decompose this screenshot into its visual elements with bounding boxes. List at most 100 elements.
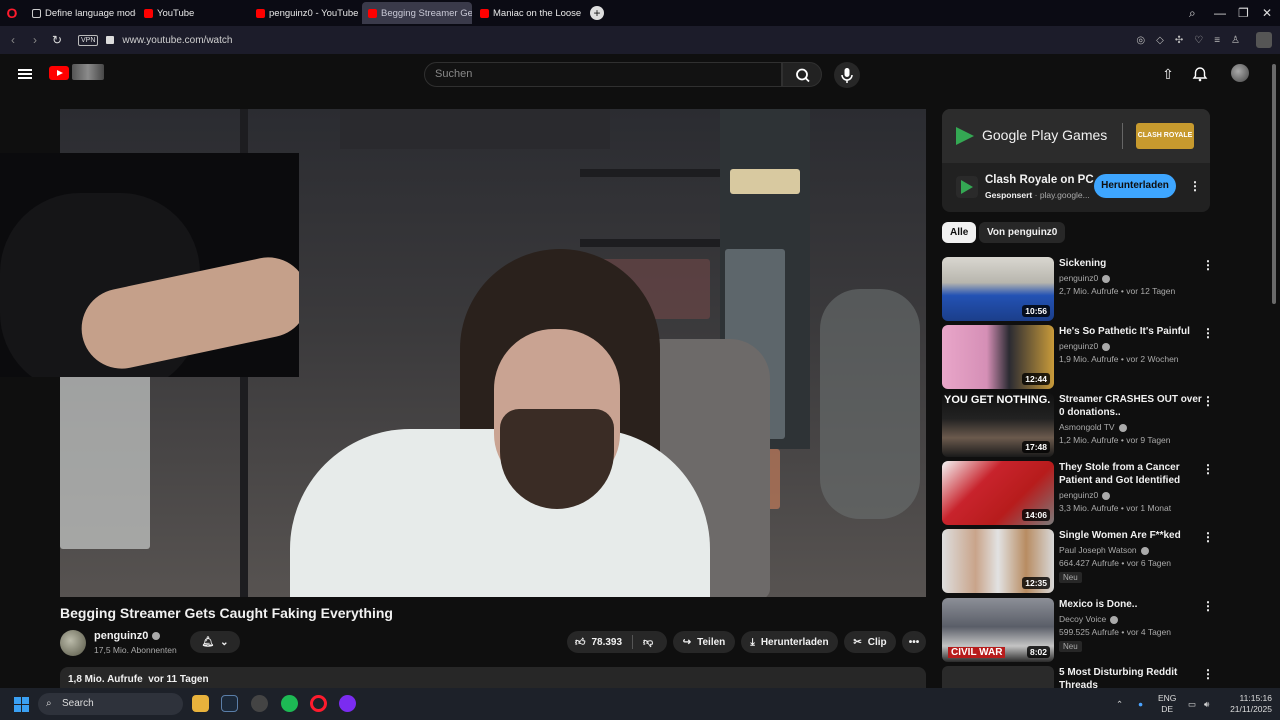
channel-name[interactable]: penguinz0 — [94, 630, 161, 642]
recommended-video[interactable]: 5 Most Disturbing Reddit Threads ⋮ — [942, 666, 1212, 688]
youtube-icon — [256, 8, 265, 18]
recommended-video[interactable]: 14:06 They Stole from a Cancer Patient a… — [942, 461, 1214, 525]
volume-icon[interactable]: 🔊︎ — [1204, 688, 1209, 720]
maximize-button[interactable]: ❐ — [1238, 0, 1249, 26]
sponsored-ad[interactable]: Google Play Games CLASH ROYALE Clash Roy… — [942, 109, 1210, 212]
page-scrollbar[interactable] — [1272, 64, 1276, 304]
shield-icon[interactable]: ◇ — [1156, 35, 1164, 46]
windows-start-icon[interactable] — [14, 697, 29, 712]
forward-icon[interactable]: › — [24, 33, 46, 47]
ad-download-button[interactable]: Herunterladen — [1094, 174, 1176, 198]
language-indicator[interactable]: ENG DE — [1158, 688, 1176, 720]
minimize-button[interactable]: — — [1214, 0, 1226, 26]
video-channel[interactable]: penguinz0 — [1059, 273, 1111, 283]
clock[interactable]: 11:15:16 21/11/2025 — [1228, 688, 1272, 720]
ad-more-icon[interactable]: ⋮ — [1189, 179, 1201, 193]
video-thumbnail[interactable]: CIVIL WAR 8:02 — [942, 598, 1054, 662]
video-title[interactable]: Single Women Are F**ked — [1059, 529, 1209, 542]
share-button[interactable]: ↪ Teilen — [673, 631, 735, 653]
browser-tab-active[interactable]: Begging Streamer Get — [362, 2, 472, 24]
video-thumbnail[interactable]: 10:56 — [942, 257, 1054, 321]
ad-banner[interactable]: Google Play Games CLASH ROYALE — [942, 109, 1210, 163]
description-box[interactable]: 1,8 Mio. Aufrufe vor 11 Tagen — [60, 667, 926, 689]
chip-all[interactable]: Alle — [942, 222, 977, 243]
browser-tab-bar: O Define language model YouTube penguinz… — [0, 0, 1280, 26]
opera-icon[interactable] — [310, 695, 327, 712]
close-button[interactable]: ✕ — [1262, 0, 1272, 26]
recommended-video[interactable]: 12:35 Single Women Are F**ked Paul Josep… — [942, 529, 1214, 593]
video-more-icon[interactable]: ⋮ — [1202, 530, 1214, 544]
extensions-icon[interactable]: ✣ — [1175, 35, 1183, 46]
reload-icon[interactable]: ↻ — [46, 33, 68, 47]
extension-box-icon[interactable] — [1256, 32, 1272, 48]
like-button[interactable]: 👍︎ 78.393 — [575, 636, 622, 649]
recommended-video[interactable]: 12:44 He's So Pathetic It's Painful peng… — [942, 325, 1214, 389]
video-title[interactable]: Streamer CRASHES OUT over 0 donations.. — [1059, 393, 1209, 419]
video-more-icon[interactable]: ⋮ — [1202, 599, 1214, 613]
file-explorer-icon[interactable] — [192, 695, 209, 712]
video-more-icon[interactable]: ⋮ — [1202, 462, 1214, 476]
recommended-video[interactable]: CIVIL WAR 8:02 Mexico is Done.. Decoy Vo… — [942, 598, 1214, 662]
video-title[interactable]: They Stole from a Cancer Patient and Got… — [1059, 461, 1209, 487]
profile-icon[interactable]: ♙ — [1231, 35, 1240, 46]
browser-tab[interactable]: YouTube — [138, 2, 248, 24]
youtube-doodle[interactable] — [72, 64, 104, 80]
recommended-video[interactable]: YOU GET NOTHING. 17:48 Streamer CRASHES … — [942, 393, 1214, 457]
taskbar-search[interactable]: ⌕ Search — [38, 693, 183, 715]
chip-from-channel[interactable]: Von penguinz0 — [979, 222, 1066, 243]
opera-menu-icon[interactable]: O — [0, 0, 24, 26]
new-tab-button[interactable]: + — [590, 6, 604, 20]
url-field[interactable]: www.youtube.com/watch — [122, 35, 232, 46]
steam-icon[interactable] — [221, 695, 238, 712]
menu-list-icon[interactable]: ≡ — [1214, 35, 1220, 46]
opera-gx-icon[interactable] — [339, 695, 356, 712]
network-icon[interactable]: ▭ — [1188, 688, 1196, 720]
microphone-tray-icon[interactable]: ● — [1138, 688, 1143, 720]
browser-tab[interactable]: Maniac on the Loose - Yo — [474, 2, 584, 24]
heart-icon[interactable]: ♡ — [1194, 35, 1203, 46]
browser-tab[interactable]: Define language model — [26, 2, 136, 24]
video-more-icon[interactable]: ⋮ — [1202, 394, 1214, 408]
video-thumbnail[interactable]: 12:35 — [942, 529, 1054, 593]
vpn-badge[interactable]: VPN — [78, 34, 99, 46]
channel-avatar[interactable] — [60, 630, 86, 656]
video-channel[interactable]: Decoy Voice — [1059, 614, 1119, 624]
video-title[interactable]: 5 Most Disturbing Reddit Threads — [1059, 666, 1209, 688]
video-thumbnail[interactable]: 14:06 — [942, 461, 1054, 525]
video-title[interactable]: Mexico is Done.. — [1059, 598, 1209, 611]
hamburger-menu-icon[interactable] — [18, 69, 32, 79]
subscribe-bell-button[interactable]: 🔔︎ ⌄ — [190, 631, 240, 653]
video-more-icon[interactable]: ⋮ — [1202, 326, 1214, 340]
browser-tab[interactable]: penguinz0 - YouTube — [250, 2, 360, 24]
obs-icon[interactable] — [251, 695, 268, 712]
notifications-bell-icon[interactable] — [1192, 66, 1208, 82]
voice-search-button[interactable] — [834, 62, 860, 88]
tray-chevron-up-icon[interactable]: ⌃ — [1116, 688, 1123, 720]
account-avatar[interactable] — [1231, 64, 1249, 82]
download-button[interactable]: ⤓ Herunterladen — [741, 631, 838, 653]
clip-button[interactable]: ✂ Clip — [844, 631, 896, 653]
video-channel[interactable]: penguinz0 — [1059, 490, 1111, 500]
search-tabs-icon[interactable]: ⌕ — [1189, 0, 1196, 26]
camera-icon[interactable]: ◎ — [1136, 35, 1145, 46]
thumbs-down-icon[interactable]: 👎︎ — [643, 636, 653, 648]
back-icon[interactable]: ‹ — [2, 33, 24, 47]
video-thumbnail[interactable] — [942, 666, 1054, 688]
search-input[interactable]: Suchen — [424, 62, 782, 87]
video-thumbnail[interactable]: YOU GET NOTHING. 17:48 — [942, 393, 1054, 457]
video-more-icon[interactable]: ⋮ — [1202, 667, 1212, 681]
more-actions-button[interactable]: ••• — [902, 631, 926, 653]
video-channel[interactable]: Paul Joseph Watson — [1059, 545, 1149, 555]
search-button[interactable] — [782, 62, 822, 87]
spotify-icon[interactable] — [281, 695, 298, 712]
youtube-logo[interactable] — [49, 66, 69, 80]
video-channel[interactable]: penguinz0 — [1059, 341, 1111, 351]
upload-icon[interactable]: ⇧ — [1160, 66, 1176, 82]
lock-icon[interactable] — [106, 36, 115, 44]
recommended-video[interactable]: 10:56 Sickening penguinz0 2,7 Mio. Aufru… — [942, 257, 1214, 321]
video-thumbnail[interactable]: 12:44 — [942, 325, 1054, 389]
video-channel[interactable]: Asmongold TV — [1059, 422, 1127, 432]
video-title[interactable]: Sickening — [1059, 257, 1209, 270]
video-title[interactable]: He's So Pathetic It's Painful — [1059, 325, 1209, 338]
video-more-icon[interactable]: ⋮ — [1202, 258, 1214, 272]
